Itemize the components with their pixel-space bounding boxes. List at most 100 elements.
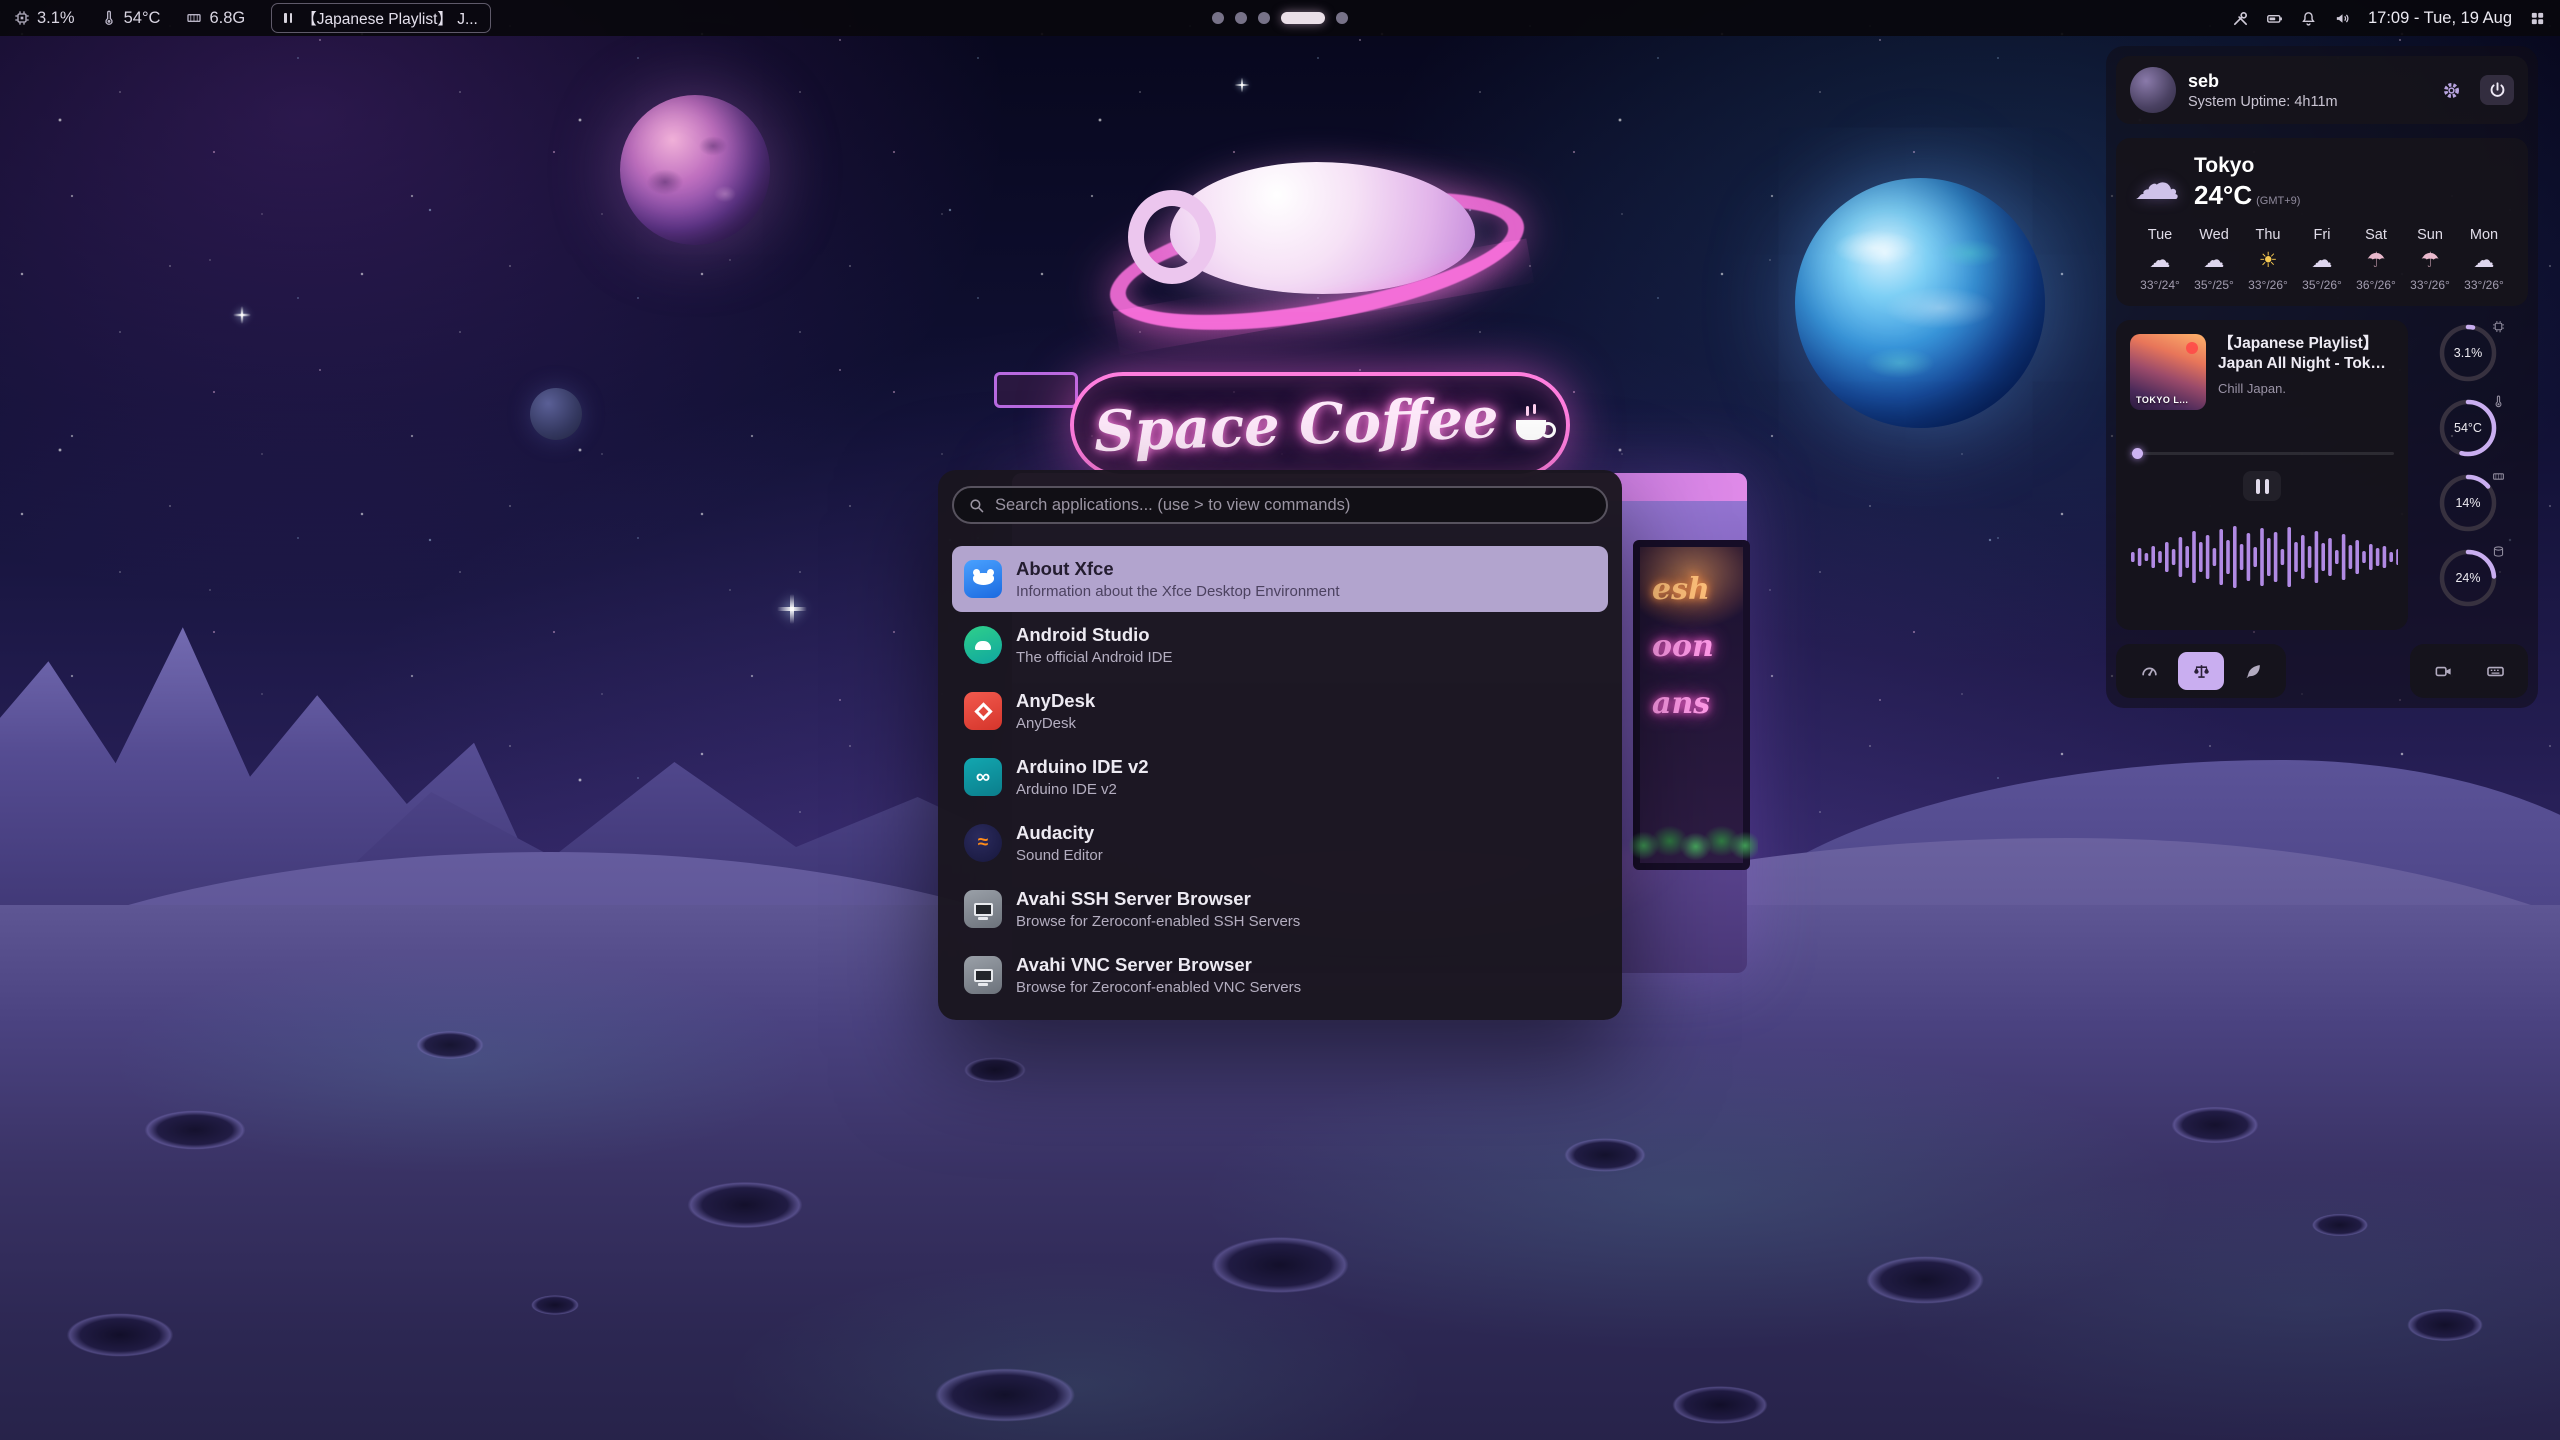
powersave-profile-button[interactable] xyxy=(2230,652,2276,690)
power-button[interactable] xyxy=(2480,75,2514,105)
app-description: Information about the Xfce Desktop Envir… xyxy=(1016,583,1340,600)
seek-handle[interactable] xyxy=(2132,448,2143,459)
notifications-bell-icon[interactable] xyxy=(2300,10,2317,27)
cpu-temp-indicator[interactable]: 54°C xyxy=(101,9,161,28)
weather-temperature: 24°C(GMT+9) xyxy=(2194,180,2300,211)
weather-card: ☁ Tokyo 24°C(GMT+9) Tue ☁ 33°/24° Wed ☁ … xyxy=(2116,138,2528,306)
keyboard-button[interactable] xyxy=(2472,652,2518,690)
app-description: Sound Editor xyxy=(1016,847,1103,864)
avahi-vnc-icon xyxy=(964,956,1002,994)
track-artist: Chill Japan. xyxy=(2218,381,2394,396)
forecast-temps: 35°/26° xyxy=(2298,278,2346,292)
app-row-arduino-ide[interactable]: ∞ Arduino IDE v2 Arduino IDE v2 xyxy=(952,744,1608,810)
app-description: AnyDesk xyxy=(1016,715,1095,732)
ram-icon xyxy=(2492,470,2505,488)
memory-value: 6.8G xyxy=(209,9,245,28)
cpu-gauge-value: 3.1% xyxy=(2437,322,2499,384)
sun-icon: ☀ xyxy=(2244,247,2292,274)
speedometer-icon xyxy=(2140,662,2159,681)
dashboard-panel: seb System Uptime: 4h11m ☁ Tokyo 24°C(GM… xyxy=(2106,46,2538,708)
forecast-day: Sun ☂ 33°/26° xyxy=(2406,227,2454,292)
umbrella-icon: ☂ xyxy=(2406,247,2454,274)
cpu-temp-value: 54°C xyxy=(124,9,161,28)
app-launcher: About Xfce Information about the Xfce De… xyxy=(938,470,1622,1020)
launcher-search[interactable] xyxy=(952,486,1608,524)
battery-icon[interactable] xyxy=(2266,10,2283,27)
cpu-icon xyxy=(14,10,30,26)
app-row-avahi-vnc[interactable]: Avahi VNC Server Browser Browse for Zero… xyxy=(952,942,1608,1008)
capture-group xyxy=(2410,644,2528,698)
workspace-dot[interactable] xyxy=(1212,12,1224,24)
forecast-day-label: Thu xyxy=(2244,227,2292,243)
settings-button[interactable] xyxy=(2434,75,2468,105)
now-playing-pill[interactable]: 【Japanese Playlist】 J... xyxy=(271,3,491,33)
android-studio-icon xyxy=(964,626,1002,664)
small-moon xyxy=(530,388,582,440)
workspace-dot[interactable] xyxy=(1235,12,1247,24)
video-camera-icon xyxy=(2434,662,2453,681)
album-art: TOKYO L... xyxy=(2130,334,2206,410)
forecast-day: Fri ☁ 35°/26° xyxy=(2298,227,2346,292)
pause-icon xyxy=(284,13,292,23)
app-row-avahi-ssh[interactable]: Avahi SSH Server Browser Browse for Zero… xyxy=(952,876,1608,942)
avahi-ssh-icon xyxy=(964,890,1002,928)
window-neon-text: ans xyxy=(1640,675,1743,732)
app-name: Avahi VNC Server Browser xyxy=(1016,954,1301,976)
username: seb xyxy=(2188,71,2422,92)
cpu-usage-indicator[interactable]: 3.1% xyxy=(14,9,75,28)
workspace-dot[interactable] xyxy=(1258,12,1270,24)
forecast-temps: 36°/26° xyxy=(2352,278,2400,292)
app-name: Avahi SSH Server Browser xyxy=(1016,888,1300,910)
keyboard-icon xyxy=(2486,662,2505,681)
weather-forecast: Tue ☁ 33°/24° Wed ☁ 35°/25° Thu ☀ 33°/26… xyxy=(2134,227,2510,292)
workspace-dot[interactable] xyxy=(1336,12,1348,24)
disk-gauge-value: 24% xyxy=(2437,547,2499,609)
window-neon-text: oon xyxy=(1640,618,1743,675)
screen-record-button[interactable] xyxy=(2420,652,2466,690)
media-player-card: TOKYO L... 【Japanese Playlist】 Japan All… xyxy=(2116,320,2408,630)
app-name: About Xfce xyxy=(1016,558,1340,580)
app-grid-icon[interactable] xyxy=(2529,10,2546,27)
memory-indicator[interactable]: 6.8G xyxy=(186,9,245,28)
window-neon-text: esh xyxy=(1640,561,1743,618)
forecast-day-label: Tue xyxy=(2136,227,2184,243)
leaf-icon xyxy=(2244,662,2263,681)
seek-slider[interactable] xyxy=(2130,448,2394,459)
performance-profile-button[interactable] xyxy=(2126,652,2172,690)
tools-icon[interactable] xyxy=(2232,10,2249,27)
balanced-profile-button[interactable] xyxy=(2178,652,2224,690)
disk-gauge: 24% xyxy=(2437,547,2499,609)
clock[interactable]: 17:09 - Tue, 19 Aug xyxy=(2368,9,2512,28)
topbar-left-cluster: 3.1% 54°C 6.8G 【Japanese Playlist】 J... xyxy=(14,3,491,33)
gear-icon xyxy=(2442,81,2461,100)
app-row-android-studio[interactable]: Android Studio The official Android IDE xyxy=(952,612,1608,678)
app-row-about-xfce[interactable]: About Xfce Information about the Xfce De… xyxy=(952,546,1608,612)
app-row-audacity[interactable]: ≈ Audacity Sound Editor xyxy=(952,810,1608,876)
cloud-icon: ☁ xyxy=(2460,247,2508,274)
temperature-gauge-value: 54°C xyxy=(2437,397,2499,459)
scales-icon xyxy=(2192,662,2211,681)
forecast-day: Wed ☁ 35°/25° xyxy=(2190,227,2238,292)
seek-track xyxy=(2130,452,2394,455)
cloud-icon: ☁ xyxy=(2190,247,2238,274)
app-list: About Xfce Information about the Xfce De… xyxy=(952,546,1608,1008)
avatar xyxy=(2130,67,2176,113)
forecast-day-label: Sat xyxy=(2352,227,2400,243)
album-art-label: TOKYO L... xyxy=(2136,395,2188,405)
arduino-icon: ∞ xyxy=(964,758,1002,796)
pause-button[interactable] xyxy=(2243,471,2281,501)
app-row-anydesk[interactable]: AnyDesk AnyDesk xyxy=(952,678,1608,744)
search-input[interactable] xyxy=(995,496,1592,515)
volume-icon[interactable] xyxy=(2334,10,2351,27)
memory-gauge-value: 14% xyxy=(2437,472,2499,534)
cloud-icon: ☁ xyxy=(2134,160,2180,206)
cpu-gauge: 3.1% xyxy=(2437,322,2499,384)
neon-sign-text: Space Coffee xyxy=(1093,385,1500,465)
workspace-dot-active[interactable] xyxy=(1281,12,1325,24)
forecast-temps: 33°/26° xyxy=(2406,278,2454,292)
search-icon xyxy=(968,497,985,514)
weather-timezone: (GMT+9) xyxy=(2256,195,2300,207)
system-stats: 3.1% 54°C 14% 24% xyxy=(2408,320,2528,630)
power-icon xyxy=(2488,81,2507,100)
forecast-day-label: Fri xyxy=(2298,227,2346,243)
